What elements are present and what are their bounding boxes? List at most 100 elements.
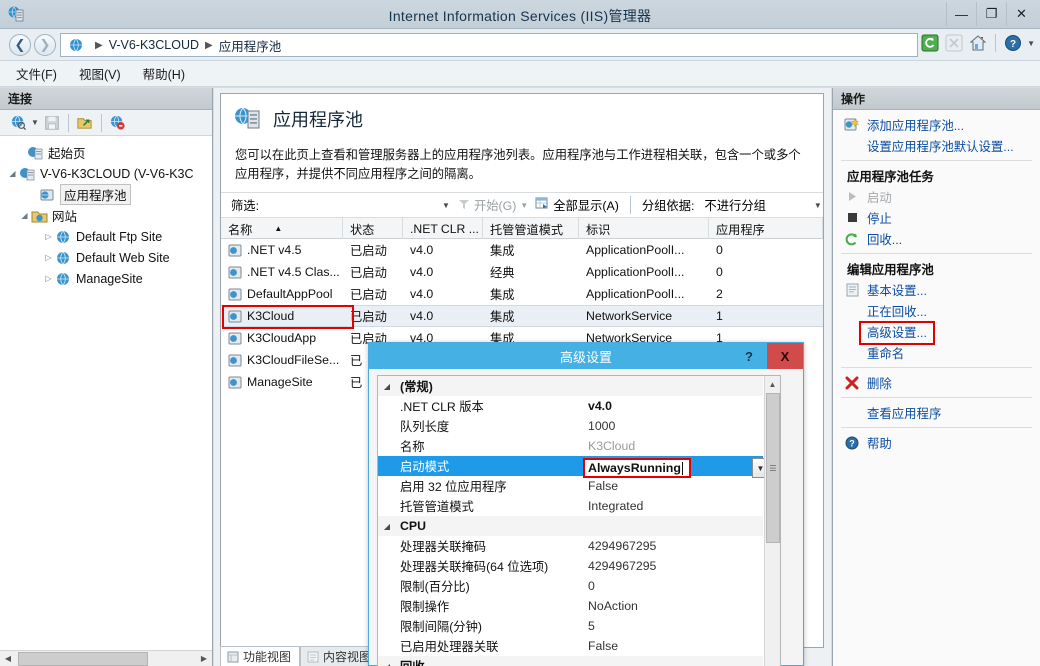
help-icon[interactable]: ? — [1003, 33, 1023, 53]
property-grid-scrollbar[interactable]: ▲ ☰ — [764, 376, 780, 666]
dialog-help-button[interactable]: ? — [731, 343, 767, 369]
action-recycling[interactable]: 正在回收... — [833, 300, 1040, 321]
property-row-queue-length[interactable]: 队列长度 1000 — [378, 416, 763, 436]
tree-item-app-pools[interactable]: 应用程序池 — [4, 184, 212, 205]
table-row-selected[interactable]: K3Cloud 已启动 v4.0 集成 NetworkService 1 — [221, 305, 823, 327]
property-row-limit-interval[interactable]: 限制间隔(分钟) 5 — [378, 616, 763, 636]
property-row-processor-affinity-mask[interactable]: 处理器关联掩码 4294967295 — [378, 536, 763, 556]
property-group-general[interactable]: ◢ (常规) — [378, 376, 763, 396]
back-arrow-icon[interactable]: ❮ — [9, 34, 31, 56]
dialog-close-button[interactable]: X — [767, 343, 803, 369]
show-all-button[interactable]: 全部显示(A) — [553, 196, 619, 214]
tree-item-label[interactable]: ManageSite — [76, 272, 143, 286]
tree-expander[interactable]: ◢ — [18, 211, 31, 220]
action-rename[interactable]: 重命名 — [833, 342, 1040, 363]
home-icon[interactable] — [968, 33, 988, 53]
action-set-app-pool-defaults[interactable]: 设置应用程序池默认设置... — [833, 135, 1040, 156]
group-by-dropdown-icon[interactable]: ▼ — [814, 201, 822, 210]
scrollbar-thumb[interactable]: ☰ — [766, 393, 780, 543]
column-header-state[interactable]: 状态 — [343, 218, 403, 239]
forward-arrow-icon[interactable]: ❯ — [34, 34, 56, 56]
tab-feature-view[interactable]: 功能视图 — [220, 646, 301, 666]
close-button[interactable]: ✕ — [1006, 2, 1036, 26]
property-value[interactable]: 1000 — [582, 419, 763, 433]
scroll-left-icon[interactable]: ◀ — [0, 654, 16, 663]
breadcrumb-apppools[interactable]: 应用程序池 — [219, 36, 282, 55]
minimize-button[interactable]: — — [946, 2, 976, 26]
chevron-down-icon[interactable]: ▼ — [31, 118, 39, 127]
tree-expander[interactable]: ◢ — [6, 169, 19, 178]
start-mode-editor[interactable]: AlwaysRunning — [583, 458, 691, 478]
connections-hscrollbar[interactable]: ◀ ▶ — [0, 650, 212, 666]
table-row[interactable]: DefaultAppPool 已启动 v4.0 集成 ApplicationPo… — [221, 283, 823, 305]
property-value[interactable]: Integrated — [582, 499, 763, 513]
column-header-clr[interactable]: .NET CLR ... — [403, 218, 483, 239]
hscroll-thumb[interactable] — [18, 651, 148, 666]
action-help[interactable]: ? 帮助 — [833, 432, 1040, 453]
scroll-up-icon[interactable]: ▲ — [765, 376, 780, 392]
tree-item-sites[interactable]: ◢ 网站 — [4, 205, 212, 226]
filter-dropdown-icon[interactable]: ▼ — [442, 201, 450, 210]
property-row-clr-version[interactable]: .NET CLR 版本 v4.0 — [378, 396, 763, 416]
property-row-start-mode[interactable]: 启动模式 — [378, 456, 763, 476]
chevron-down-icon[interactable]: ▼ — [1027, 39, 1035, 48]
refresh-icon[interactable] — [920, 33, 940, 53]
menu-help[interactable]: 帮助(H) — [143, 64, 185, 83]
table-row[interactable]: .NET v4.5 Clas... 已启动 v4.0 经典 Applicatio… — [221, 261, 823, 283]
action-basic-settings[interactable]: 基本设置... — [833, 279, 1040, 300]
group-expander-icon[interactable]: ◢ — [378, 662, 396, 666]
tree-item-start-page[interactable]: 起始页 — [4, 142, 212, 163]
breadcrumb[interactable]: ▶ V-V6-K3CLOUD ▶ 应用程序池 — [60, 33, 918, 57]
tree-item-label[interactable]: Default Ftp Site — [76, 230, 162, 244]
tree-item-default-ftp-site[interactable]: ▷ Default Ftp Site — [4, 226, 212, 247]
action-advanced-settings[interactable]: 高级设置... — [833, 321, 1040, 345]
group-by-value[interactable]: 不进行分组 — [704, 196, 766, 214]
property-row-processor-affinity-enabled[interactable]: 已启用处理器关联 False — [378, 636, 763, 656]
action-recycle[interactable]: 回收... — [833, 228, 1040, 249]
column-header-name[interactable]: 名称 ▲ — [221, 218, 343, 239]
menu-view[interactable]: 视图(V) — [79, 64, 121, 83]
export-icon[interactable] — [75, 113, 95, 133]
action-add-app-pool[interactable]: 添加应用程序池... — [833, 114, 1040, 135]
property-row-name[interactable]: 名称 K3Cloud — [378, 436, 763, 456]
table-row[interactable]: .NET v4.5 已启动 v4.0 集成 ApplicationPoolI..… — [221, 239, 823, 261]
property-value[interactable]: 4294967295 — [582, 539, 763, 553]
maximize-button[interactable]: ❐ — [976, 2, 1006, 26]
action-stop[interactable]: 停止 — [833, 207, 1040, 228]
tree-expander[interactable]: ▷ — [42, 274, 55, 283]
group-expander-icon[interactable]: ◢ — [378, 382, 396, 391]
tree-expander[interactable]: ▷ — [42, 253, 55, 262]
property-row-processor-affinity-mask-64[interactable]: 处理器关联掩码(64 位选项) 4294967295 — [378, 556, 763, 576]
tree-item-label[interactable]: 应用程序池 — [60, 184, 131, 205]
tree-item-default-web-site[interactable]: ▷ Default Web Site — [4, 247, 212, 268]
tree-item-label[interactable]: 起始页 — [48, 143, 86, 162]
go-dropdown-icon[interactable]: ▼ — [520, 201, 528, 210]
tree-expander[interactable]: ▷ — [42, 232, 55, 241]
property-value[interactable]: 5 — [582, 619, 763, 633]
menu-file[interactable]: 文件(F) — [16, 64, 57, 83]
property-value[interactable]: v4.0 — [582, 399, 763, 413]
column-header-apps[interactable]: 应用程序 — [709, 218, 823, 239]
filter-go-button[interactable]: 开始(G) — [474, 196, 516, 214]
property-row-enable-32bit[interactable]: 启用 32 位应用程序 False — [378, 476, 763, 496]
property-value[interactable]: False — [582, 479, 763, 493]
group-expander-icon[interactable]: ◢ — [378, 522, 396, 531]
tree-item-server[interactable]: ◢ V-V6-K3CLOUD (V-V6-K3C — [4, 163, 212, 184]
property-value[interactable]: False — [582, 639, 763, 653]
property-value[interactable]: 4294967295 — [582, 559, 763, 573]
breadcrumb-server[interactable]: V-V6-K3CLOUD — [109, 38, 199, 52]
property-row-pipeline-mode[interactable]: 托管管道模式 Integrated — [378, 496, 763, 516]
tree-item-label[interactable]: 网站 — [52, 206, 77, 225]
disconnect-icon[interactable] — [108, 113, 128, 133]
property-group-recycling[interactable]: ◢ 回收 — [378, 656, 763, 666]
property-row-limit-action[interactable]: 限制操作 NoAction — [378, 596, 763, 616]
column-header-identity[interactable]: 标识 — [579, 218, 709, 239]
action-delete[interactable]: 删除 — [833, 372, 1040, 393]
filter-input[interactable] — [263, 196, 439, 214]
property-value[interactable]: 0 — [582, 579, 763, 593]
tree-item-label[interactable]: V-V6-K3CLOUD (V-V6-K3C — [40, 167, 194, 181]
connect-icon[interactable] — [8, 113, 28, 133]
tree-item-label[interactable]: Default Web Site — [76, 251, 170, 265]
tree-item-managesite[interactable]: ▷ ManageSite — [4, 268, 212, 289]
property-row-limit-percent[interactable]: 限制(百分比) 0 — [378, 576, 763, 596]
